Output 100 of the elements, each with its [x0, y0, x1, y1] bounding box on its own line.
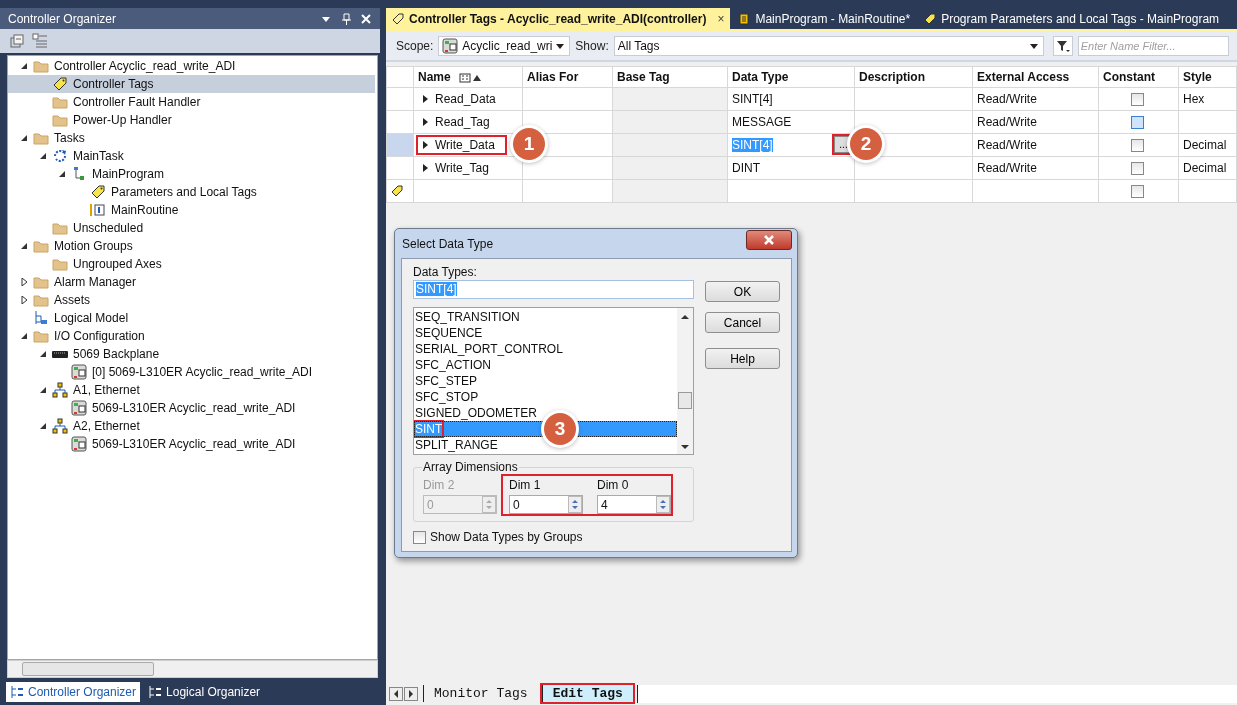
style-text: Hex [1183, 92, 1205, 106]
list-item[interactable]: SERIAL_PORT_CONTROL [414, 341, 677, 357]
column-header[interactable]: External Access [972, 66, 1099, 88]
panel-tab[interactable]: Logical Organizer [144, 681, 265, 702]
module-icon [442, 38, 459, 54]
column-header[interactable]: Description [854, 66, 973, 88]
vertical-scrollbar[interactable] [677, 308, 693, 454]
constant-checkbox[interactable] [1131, 93, 1144, 107]
list-item[interactable]: SEQUENCE [414, 325, 677, 341]
column-header[interactable]: Base Tag [612, 66, 728, 88]
filter-button[interactable] [1052, 36, 1073, 56]
constant-checkbox[interactable] [1131, 116, 1144, 130]
tag-icon [392, 12, 404, 25]
dialog-button[interactable]: Cancel [705, 312, 780, 333]
dialog-button[interactable]: OK [705, 281, 780, 302]
panel-title: Controller Organizer [8, 11, 117, 26]
tree-item[interactable]: Alarm Manager [8, 273, 375, 291]
tree-item[interactable]: Tasks [8, 129, 375, 147]
constant-checkbox[interactable] [1131, 185, 1144, 199]
spin-field[interactable]: 4 [597, 495, 671, 514]
document-tab[interactable]: Controller Tags - Acyclic_read_write_ADI(controller) × [386, 8, 731, 29]
data-type-text: SINT[4] [732, 138, 773, 152]
column-header[interactable]: Data Type [727, 66, 855, 88]
folder-icon [33, 328, 49, 344]
horizontal-scrollbar[interactable] [7, 660, 378, 678]
column-header[interactable]: Alias For [522, 66, 613, 88]
step-number: 1 [513, 128, 545, 160]
tree-item[interactable]: A2, Ethernet [8, 417, 375, 435]
data-type-text: MESSAGE [732, 115, 792, 129]
tree-item[interactable]: Power-Up Handler [8, 111, 375, 129]
tree-item[interactable]: Assets [8, 291, 375, 309]
close-button[interactable] [746, 230, 792, 250]
style-text: Decimal [1183, 161, 1227, 175]
caret-icon [556, 42, 565, 50]
tree-item[interactable]: MainTask [8, 147, 375, 165]
list-item[interactable]: SFC_STOP [414, 389, 677, 405]
document-tab[interactable]: MainProgram - MainRoutine* [732, 8, 917, 29]
list-item[interactable]: SFC_ACTION [414, 357, 677, 373]
checkbox[interactable] [413, 530, 426, 544]
external-access-text: Read/Write [977, 92, 1037, 106]
external-access-text: Read/Write [977, 115, 1037, 129]
scope-dropdown[interactable]: Acyclic_read_wri [438, 36, 571, 56]
row-header[interactable] [386, 179, 414, 203]
show-dropdown[interactable]: All Tags [613, 36, 1044, 56]
tree-item[interactable]: Ungrouped Axes [8, 255, 375, 273]
tree-item[interactable]: I/O Configuration [8, 327, 375, 345]
hierarchy-icon [33, 310, 49, 326]
list-item[interactable]: SFC_STEP [414, 373, 677, 389]
expand-all-icon [32, 33, 48, 49]
module-icon [71, 400, 87, 416]
folder-icon [52, 256, 68, 272]
tree-item[interactable]: Logical Model [8, 309, 375, 327]
spin-field[interactable]: 0 [509, 495, 583, 514]
close-icon [763, 234, 775, 246]
close-tab-button[interactable]: × [717, 11, 725, 26]
view-tab[interactable]: Edit Tags [541, 685, 633, 702]
name-filter-field[interactable]: Enter Name Filter... [1077, 36, 1229, 56]
tree-item[interactable]: 5069-L310ER Acyclic_read_write_ADI [8, 435, 375, 453]
tree-item[interactable]: Controller Acyclic_read_write_ADI [8, 57, 375, 75]
tree-icon [148, 684, 163, 699]
tree-item[interactable]: 5069-L310ER Acyclic_read_write_ADI [8, 399, 375, 417]
tree-item[interactable]: MainRoutine [8, 201, 375, 219]
sort-icon [458, 72, 483, 83]
tree-item[interactable]: Motion Groups [8, 237, 375, 255]
data-type-list[interactable]: SEQ_TRANSITION SEQUENCE SERIAL_PORT_CONTROL SFC_ACTION SFC_STEP SFC_STOP SIGNED_ODOMETER SINT SPLIT_RANGE 3 [413, 307, 694, 455]
tree-item[interactable]: Controller Fault Handler [8, 93, 375, 111]
folder-icon [52, 220, 68, 236]
tree-item[interactable]: A1, Ethernet [8, 381, 375, 399]
list-item[interactable]: SEQ_TRANSITION [414, 309, 677, 325]
tree-item[interactable]: Controller Tags [8, 75, 375, 93]
caret-icon [1029, 42, 1038, 50]
tree-item[interactable]: MainProgram [8, 165, 375, 183]
tree-item[interactable]: Unscheduled [8, 219, 375, 237]
dialog-button[interactable]: Help [705, 348, 780, 369]
data-type-text: SINT[4] [732, 92, 773, 106]
panel-tab[interactable]: Controller Organizer [6, 681, 141, 702]
tag-icon [90, 184, 106, 200]
tag-icon [52, 76, 68, 92]
external-access-text: Read/Write [977, 138, 1037, 152]
column-header[interactable]: Constant [1098, 66, 1179, 88]
close-icon [360, 12, 372, 25]
data-type-text: DINT [732, 161, 760, 175]
folder-icon [33, 292, 49, 308]
pin-icon [340, 12, 352, 25]
scroll-thumb[interactable] [678, 392, 692, 409]
tree-item[interactable]: [0] 5069-L310ER Acyclic_read_write_ADI [8, 363, 375, 381]
view-tab[interactable]: Monitor Tags [423, 685, 538, 702]
column-header[interactable]: Style [1178, 66, 1237, 88]
constant-checkbox[interactable] [1131, 162, 1144, 176]
module-icon [71, 364, 87, 380]
document-tab[interactable]: Program Parameters and Local Tags - MainProgram [918, 8, 1226, 29]
spinner-icon [568, 496, 582, 513]
folder-icon [33, 238, 49, 254]
tree-item[interactable]: Parameters and Local Tags [8, 183, 375, 201]
constant-checkbox[interactable] [1131, 139, 1144, 153]
folder-icon [52, 112, 68, 128]
module-icon [71, 436, 87, 452]
column-header[interactable]: Name [413, 66, 523, 88]
tree-item[interactable]: 5069 Backplane [8, 345, 375, 363]
network-icon [52, 382, 68, 398]
